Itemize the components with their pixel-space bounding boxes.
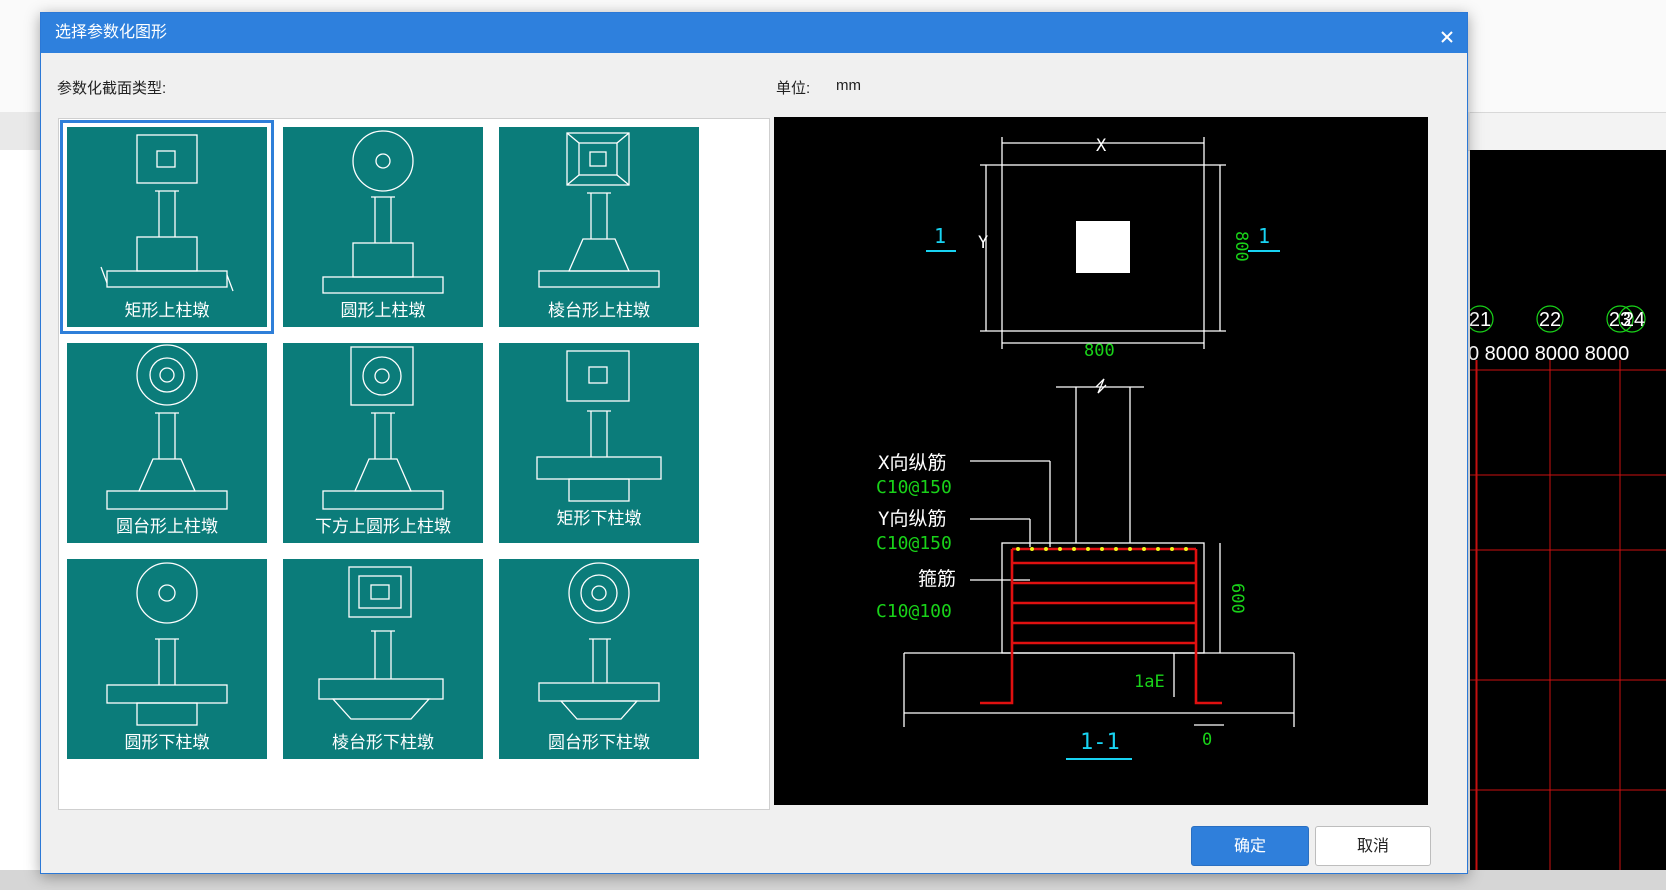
shape-thumbnail: 下方上圆形上柱墩	[283, 343, 483, 543]
shape-tile-rect-lower[interactable]: 矩形下柱墩	[493, 337, 705, 549]
label-y-bar: Y向纵筋	[878, 508, 946, 530]
dialog-title: 选择参数化图形	[55, 24, 168, 41]
section-mark-left: 1	[934, 224, 946, 248]
shape-label: 矩形下柱墩	[556, 509, 642, 528]
section-type-label: 参数化截面类型:	[57, 80, 167, 97]
shape-label: 圆形下柱墩	[124, 733, 210, 752]
dialog-title-bar[interactable]: 选择参数化图形	[41, 13, 1467, 53]
shape-tile-round-frustum-upper[interactable]: 圆台形上柱墩	[61, 337, 273, 549]
shape-thumbnail: 矩形上柱墩	[67, 127, 267, 327]
shape-thumbnail: 圆台形上柱墩	[67, 343, 267, 543]
shape-tile-rect-upper[interactable]: 矩形上柱墩	[60, 120, 274, 334]
shape-tile-round-frustum-lower[interactable]: 圆台形下柱墩	[493, 553, 705, 765]
label-x-bar: X向纵筋	[878, 452, 946, 474]
section-title: 1-1	[1080, 730, 1120, 755]
shape-thumbnail: 棱台形上柱墩	[499, 127, 699, 327]
anchor-label: 1aE	[1134, 672, 1165, 692]
dim-y-label: Y	[978, 233, 988, 253]
select-parametric-shape-dialog: 选择参数化图形 参数化截面类型: 单位: mm 矩形上柱墩 圆形上柱墩 棱台形上…	[40, 12, 1468, 874]
shape-label: 棱台形下柱墩	[332, 733, 434, 752]
shape-thumbnail: 圆形上柱墩	[283, 127, 483, 327]
close-icon[interactable]	[1437, 23, 1457, 43]
shape-tile-frustum-upper[interactable]: 棱台形上柱墩	[493, 121, 705, 333]
cad-dimension-text: 0 8000 8000 8000	[1470, 343, 1629, 365]
shape-label: 圆台形上柱墩	[116, 517, 218, 536]
dim-y-value: 800	[1231, 231, 1251, 262]
unit-value: mm	[836, 77, 861, 94]
cad-axis-label: 21	[1470, 309, 1491, 331]
unit-label: 单位:	[776, 80, 811, 97]
app-left-panel	[0, 150, 42, 890]
offset-value: 0	[1202, 730, 1212, 750]
shape-label: 圆形上柱墩	[340, 301, 426, 320]
value-y-bar: C10@150	[876, 533, 952, 554]
cad-grid: 21 22 23 24 0 8000 8000 8000	[1470, 305, 1666, 890]
value-x-bar: C10@150	[876, 477, 952, 498]
shape-label: 矩形上柱墩	[124, 301, 210, 320]
shape-thumbnail: 棱台形下柱墩	[283, 559, 483, 759]
cad-axis-label: 22	[1539, 309, 1561, 331]
shape-label: 棱台形上柱墩	[548, 301, 650, 320]
label-stirrup: 箍筋	[918, 568, 956, 590]
cad-axis-label: 24	[1623, 309, 1645, 331]
cancel-button[interactable]: 取消	[1315, 826, 1431, 866]
shape-gallery: 矩形上柱墩 圆形上柱墩 棱台形上柱墩 圆台形上柱墩 下方上圆形上柱墩 矩形下柱墩…	[58, 118, 770, 810]
dim-x-label: X	[1096, 136, 1107, 156]
shape-label: 下方上圆形上柱墩	[315, 517, 451, 536]
shape-preview: X Y 800 800 1 1 X向纵筋 C10@150 Y向纵筋 C10@15…	[774, 117, 1428, 805]
shape-label: 圆台形下柱墩	[548, 733, 650, 752]
height-value: 600	[1227, 583, 1247, 614]
shape-tile-circle-lower[interactable]: 圆形下柱墩	[61, 553, 273, 765]
value-stirrup: C10@100	[876, 601, 952, 622]
section-mark-right: 1	[1258, 224, 1270, 248]
dim-x-value: 800	[1084, 341, 1115, 361]
column-section	[1076, 221, 1130, 273]
preview-drawing: X Y 800 800 1 1 X向纵筋 C10@150 Y向纵筋 C10@15…	[876, 136, 1295, 760]
shape-thumbnail: 圆形下柱墩	[67, 559, 267, 759]
shape-tile-square-bottom-round-top[interactable]: 下方上圆形上柱墩	[277, 337, 489, 549]
ok-button[interactable]: 确定	[1191, 826, 1309, 866]
cad-canvas[interactable]: 21 22 23 24 0 8000 8000 8000	[1470, 150, 1666, 890]
shape-tile-frustum-lower[interactable]: 棱台形下柱墩	[277, 553, 489, 765]
shape-thumbnail: 圆台形下柱墩	[499, 559, 699, 759]
shape-tile-circle-upper[interactable]: 圆形上柱墩	[277, 121, 489, 333]
shape-thumbnail: 矩形下柱墩	[499, 343, 699, 543]
